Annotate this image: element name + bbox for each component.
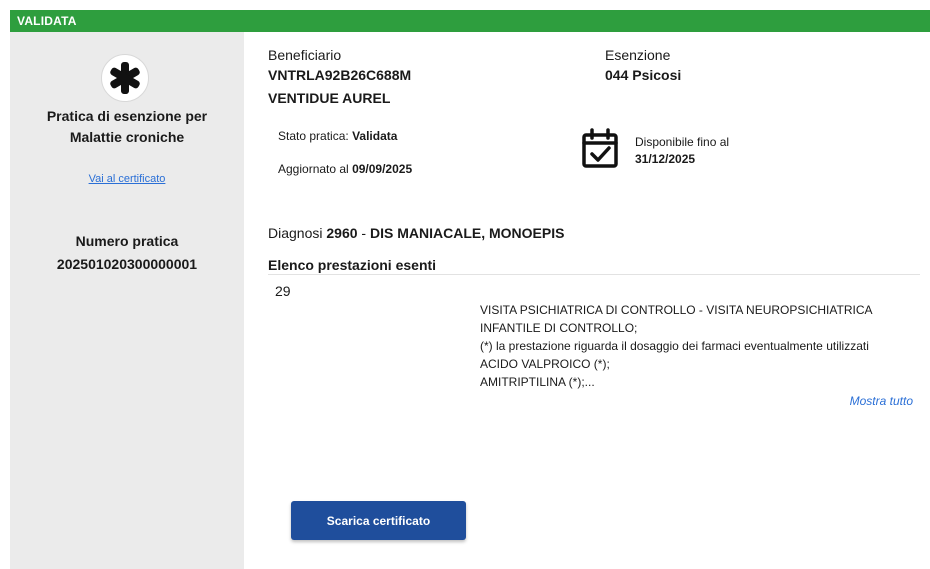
diagnosis-separator: - — [361, 225, 367, 241]
practice-type-line2: Malattie croniche — [69, 129, 185, 145]
practice-state: Stato pratica: Validata — [278, 129, 397, 143]
calendar-check-icon — [582, 128, 618, 168]
status-banner: VALIDATA — [10, 10, 930, 32]
practice-number-label: Numero pratica — [75, 233, 179, 249]
practice-updated: Aggiornato al 09/09/2025 — [278, 162, 412, 176]
beneficiary-name: VENTIDUE AUREL — [268, 90, 391, 106]
practice-updated-label: Aggiornato al — [278, 162, 349, 176]
sidebar: Pratica di esenzione per Malattie cronic… — [10, 32, 244, 569]
availability-value: 31/12/2025 — [635, 152, 696, 166]
diagnosis-code: 2960 — [326, 225, 358, 241]
certificate-link[interactable]: Vai al certificato — [10, 173, 244, 185]
service-line: INFANTILE DI CONTROLLO; — [480, 321, 638, 335]
exemption-card: VALIDATA Pratica di esenzione per Malatt… — [10, 10, 930, 569]
service-line: ACIDO VALPROICO (*); — [480, 357, 610, 371]
diagnosis: Diagnosi 2960 - DIS MANIACALE, MONOEPIS — [268, 225, 564, 241]
practice-state-label: Stato pratica: — [278, 129, 349, 143]
service-line: VISITA PSICHIATRICA DI CONTROLLO - VISIT… — [480, 303, 873, 317]
practice-state-value: Validata — [352, 129, 398, 143]
services-count: 29 — [275, 283, 291, 299]
services-description: VISITA PSICHIATRICA DI CONTROLLO - VISIT… — [480, 301, 873, 391]
beneficiary-code: VNTRLA92B26C688M — [268, 67, 412, 83]
diagnosis-description: DIS MANIACALE, MONOEPIS — [369, 225, 565, 241]
show-all-link[interactable]: Mostra tutto — [850, 394, 913, 408]
practice-number-value: 202501020300000001 — [56, 256, 198, 272]
beneficiary-label: Beneficiario — [268, 47, 342, 63]
service-line: AMITRIPTILINA (*);... — [480, 375, 595, 389]
practice-updated-value: 09/09/2025 — [352, 162, 413, 176]
services-divider — [268, 274, 920, 275]
availability-label: Disponibile fino al — [635, 135, 730, 149]
practice-type-title: Pratica di esenzione per Malattie cronic… — [10, 106, 244, 148]
service-line: (*) la prestazione riguarda il dosaggio … — [480, 339, 869, 353]
practice-type-line1: Pratica di esenzione per — [46, 108, 208, 124]
diagnosis-label: Diagnosi — [268, 225, 323, 241]
exemption-value: 044 Psicosi — [605, 67, 682, 83]
services-title: Elenco prestazioni esenti — [268, 257, 437, 273]
download-certificate-button[interactable]: Scarica certificato — [291, 501, 466, 540]
main-content: Beneficiario VNTRLA92B26C688M VENTIDUE A… — [244, 32, 930, 569]
exemption-label: Esenzione — [605, 47, 671, 63]
asterisk-icon — [101, 54, 149, 102]
